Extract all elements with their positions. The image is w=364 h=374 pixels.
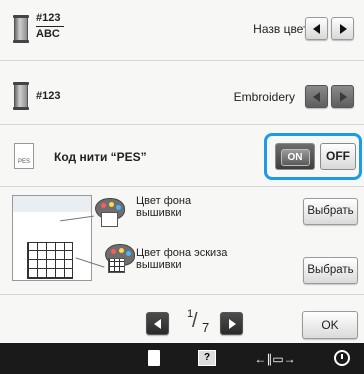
- brand-code-text: #123: [36, 90, 61, 102]
- right-arrow-icon: [228, 318, 236, 329]
- bg-color-label-line2: вышивки: [136, 207, 182, 219]
- row-divider: [0, 294, 364, 295]
- brand-label: Embroidery: [233, 90, 295, 104]
- presser-foot-icon[interactable]: ←∥▭→: [250, 349, 300, 369]
- thread-name-prev-button[interactable]: [305, 17, 328, 40]
- bg-color-swatch-icon: [101, 212, 118, 227]
- thread-spool-icon: [13, 82, 29, 110]
- settings-panel: #123 ABC Назв цвета #123 Embroidery PES …: [0, 0, 364, 343]
- pes-file-icon: PES: [14, 143, 34, 169]
- code-bottom-text: ABC: [36, 28, 60, 40]
- thumb-bg-color-label-line2: вышивки: [136, 259, 182, 271]
- page-prev-button[interactable]: [146, 312, 169, 335]
- document-icon[interactable]: [148, 349, 162, 369]
- code-divider: [36, 26, 64, 27]
- thread-name-label: Назв цвета: [253, 22, 315, 36]
- code-top-text: #123: [36, 12, 61, 24]
- embroidery-preview: [12, 195, 92, 281]
- thumb-bg-color-label-line1: Цвет фона эскиза: [136, 247, 228, 259]
- thread-spool-icon: [13, 15, 29, 43]
- clock-icon[interactable]: [334, 349, 352, 369]
- row-divider: [0, 186, 364, 187]
- ok-button[interactable]: OK: [302, 311, 358, 339]
- grid-swatch-icon: [108, 258, 125, 273]
- thread-name-next-button[interactable]: [331, 17, 354, 40]
- pes-off-button[interactable]: OFF: [320, 143, 356, 170]
- page-total: 7: [202, 320, 210, 335]
- thumb-bg-color-select-button[interactable]: Выбрать: [303, 257, 358, 284]
- bg-color-select-button[interactable]: Выбрать: [303, 198, 358, 225]
- page-next-button[interactable]: [220, 312, 243, 335]
- pes-code-label: Код нити “PES”: [54, 150, 147, 164]
- pes-on-button[interactable]: ON: [275, 143, 315, 170]
- left-arrow-icon: [153, 318, 161, 329]
- bottom-toolbar: ? ←∥▭→: [0, 343, 364, 374]
- page-slash: /: [192, 310, 198, 332]
- row-divider: [0, 124, 364, 125]
- page-indicator: 1 / 7: [181, 308, 217, 338]
- left-arrow-icon: [312, 91, 320, 102]
- brand-next-button[interactable]: [331, 85, 354, 108]
- brand-prev-button[interactable]: [305, 85, 328, 108]
- row-divider: [0, 60, 364, 61]
- right-arrow-icon: [339, 23, 347, 34]
- help-icon[interactable]: ?: [198, 349, 216, 369]
- left-arrow-icon: [312, 23, 320, 34]
- bg-color-label-line1: Цвет фона: [136, 195, 192, 207]
- right-arrow-icon: [339, 91, 347, 102]
